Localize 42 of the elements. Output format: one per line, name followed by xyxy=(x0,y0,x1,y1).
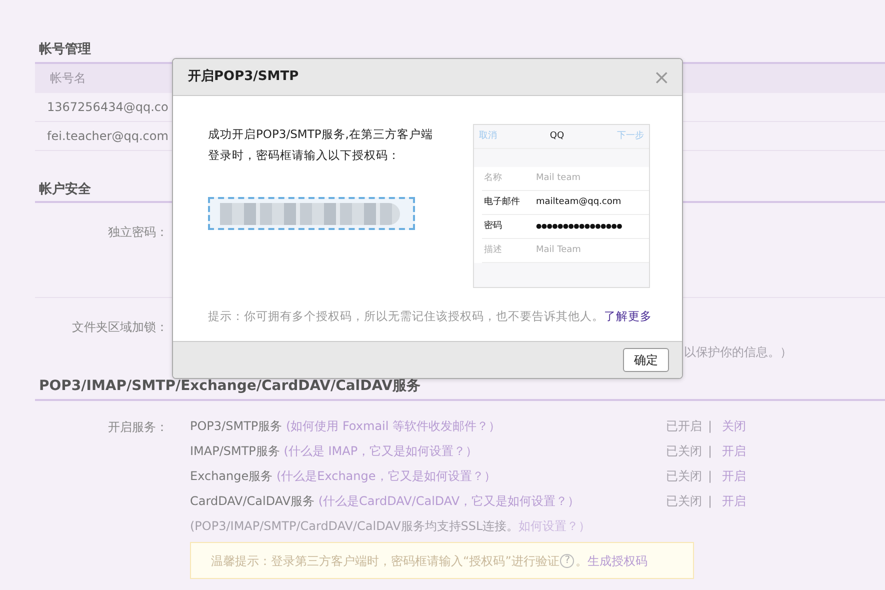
ok-button[interactable]: 确定 xyxy=(623,348,669,372)
separator: | xyxy=(708,442,712,460)
dialog-title: 开启POP3/SMTP xyxy=(188,68,299,86)
separator: | xyxy=(708,492,712,510)
help-link[interactable]: (如何使用 Foxmail 等软件收发邮件？） xyxy=(286,418,501,432)
help-link[interactable]: (什么是CardDAV/CalDAV，它又是如何设置？） xyxy=(318,494,580,508)
service-name: POP3/SMTP服务 xyxy=(190,418,284,432)
field-label: 独立密码： xyxy=(107,224,168,241)
hint-text: 提示：你可拥有多个授权码，所以无需记住该授权码，也不要告诉其他人。 xyxy=(208,309,604,323)
toggle-link[interactable]: 开启 xyxy=(722,492,746,510)
help-link[interactable]: (什么是 IMAP，它又是如何设置？） xyxy=(284,444,478,458)
service-name: CardDAV/CalDAV服务 xyxy=(190,494,316,508)
separator: | xyxy=(708,418,712,434)
learn-more-link[interactable]: 了解更多 xyxy=(604,309,652,323)
toggle-link[interactable]: 关闭 xyxy=(722,416,746,434)
row-label: 描述 xyxy=(483,244,503,257)
separator: | xyxy=(708,468,712,484)
status-text: 已开启 xyxy=(666,418,702,434)
description-text: 以保护你的信息。） xyxy=(684,344,792,361)
cancel-text: 取消 xyxy=(479,130,497,143)
help-link[interactable]: (什么是Exchange，它又是如何设置？） xyxy=(276,468,496,482)
row-value: Mail Team xyxy=(536,244,581,257)
next-text: 下一步 xyxy=(616,130,644,143)
tip-text: 温馨提示：登录第三方客户端时，密码框请输入“授权码”进行验证 xyxy=(211,552,560,570)
service-name: Exchange服务 xyxy=(190,468,274,482)
title-text: QQ xyxy=(550,130,564,143)
toggle-link[interactable]: 开启 xyxy=(722,442,746,460)
field-label: 文件夹区域加锁： xyxy=(71,319,168,336)
field-label: 开启服务： xyxy=(107,419,168,436)
ssl-note: (POP3/IMAP/SMTP/CardDAV/CalDAV服务均支持SSL连接。 xyxy=(190,518,519,534)
row-label: 密码 xyxy=(483,220,503,233)
help-icon[interactable]: ? xyxy=(560,554,574,568)
status-text: 已关闭 xyxy=(666,468,702,484)
help-link[interactable]: 如何设置？） xyxy=(518,516,591,534)
tip-text: 。 xyxy=(575,552,588,570)
status-text: 已关闭 xyxy=(666,442,702,460)
status-text: 已关闭 xyxy=(666,492,702,510)
dialog-message: 成功开启POP3/SMTP服务,在第三方客户端登录时，密码框请输入以下授权码： xyxy=(208,126,434,164)
toggle-link[interactable]: 开启 xyxy=(722,466,746,484)
service-name: IMAP/SMTP服务 xyxy=(190,444,281,458)
close-button[interactable]: × xyxy=(653,67,670,87)
generate-code-link[interactable]: 生成授权码 xyxy=(587,552,648,570)
